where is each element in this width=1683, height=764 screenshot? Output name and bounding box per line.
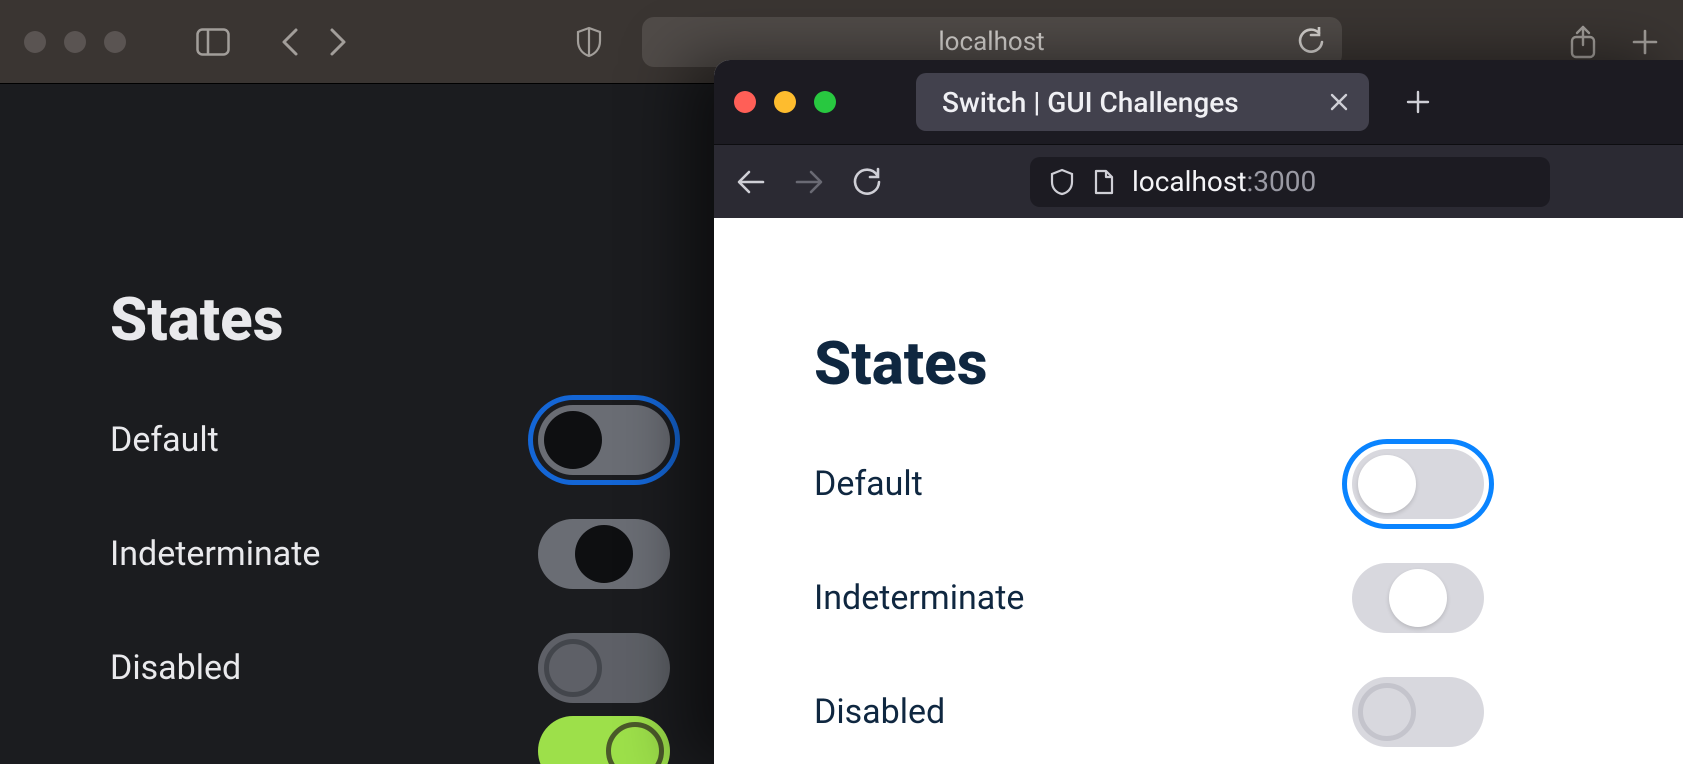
state-row-default: Default [110, 405, 670, 475]
state-row-indeterminate: Indeterminate [110, 519, 670, 589]
reload-icon[interactable] [852, 167, 882, 197]
switch-disabled [538, 633, 670, 703]
state-label: Disabled [110, 648, 241, 688]
privacy-shield-icon[interactable] [576, 26, 602, 58]
new-tab-icon[interactable] [1631, 28, 1659, 56]
tab-title: Switch | GUI Challenges [942, 86, 1239, 119]
switch-thumb [1358, 455, 1416, 513]
traffic-minimize[interactable] [774, 91, 796, 113]
firefox-address-bar[interactable]: localhost:3000 [1030, 157, 1550, 207]
back-icon[interactable] [280, 26, 300, 58]
safari-address-bar[interactable]: localhost [642, 17, 1342, 67]
page-icon [1092, 169, 1114, 195]
switch-indeterminate[interactable] [538, 519, 670, 589]
traffic-zoom[interactable] [814, 91, 836, 113]
switch-thumb [1358, 683, 1416, 741]
back-icon[interactable] [736, 168, 766, 196]
state-row-default: Default [814, 449, 1484, 519]
switch-thumb [544, 411, 602, 469]
switch-indeterminate[interactable] [1352, 563, 1484, 633]
switch-disabled [1352, 677, 1484, 747]
traffic-minimize[interactable] [64, 31, 86, 53]
firefox-tab-bar: Switch | GUI Challenges [714, 60, 1683, 144]
reload-icon[interactable] [1298, 27, 1324, 57]
switch-thumb [544, 639, 602, 697]
url-text: localhost:3000 [1132, 165, 1316, 198]
state-row-disabled-checked: x [110, 716, 670, 764]
safari-url-text: localhost [938, 27, 1044, 57]
switch-default[interactable] [1352, 449, 1484, 519]
switch-thumb [606, 722, 664, 764]
page-title: States [814, 328, 1683, 399]
switch-disabled-checked [538, 716, 670, 764]
switch-thumb [1389, 569, 1447, 627]
new-tab-icon[interactable] [1405, 89, 1431, 115]
state-label: Disabled [814, 692, 945, 732]
firefox-nav-toolbar: localhost:3000 [714, 144, 1683, 218]
traffic-zoom[interactable] [104, 31, 126, 53]
safari-traffic-lights [24, 31, 126, 53]
state-label: Default [814, 464, 923, 504]
share-icon[interactable] [1569, 25, 1597, 59]
switch-default[interactable] [538, 405, 670, 475]
traffic-close[interactable] [24, 31, 46, 53]
firefox-page-content: States Default Indeterminate Disabled [714, 218, 1683, 764]
state-row-disabled: Disabled [110, 633, 670, 703]
traffic-close[interactable] [734, 91, 756, 113]
safari-nav [280, 26, 348, 58]
firefox-window: Switch | GUI Challenges [714, 60, 1683, 764]
url-host: localhost [1132, 165, 1246, 198]
firefox-traffic-lights [734, 91, 836, 113]
sidebar-toggle-icon[interactable] [196, 28, 230, 56]
tab-close-icon[interactable] [1329, 92, 1349, 112]
state-label: Default [110, 420, 219, 460]
state-label: Indeterminate [814, 578, 1024, 618]
url-port: :3000 [1246, 165, 1316, 198]
browser-tab[interactable]: Switch | GUI Challenges [916, 73, 1369, 131]
state-row-disabled: Disabled [814, 677, 1484, 747]
state-label: Indeterminate [110, 534, 320, 574]
switch-thumb [575, 525, 633, 583]
state-row-indeterminate: Indeterminate [814, 563, 1484, 633]
forward-icon[interactable] [328, 26, 348, 58]
forward-icon [794, 168, 824, 196]
shield-icon[interactable] [1050, 168, 1074, 196]
